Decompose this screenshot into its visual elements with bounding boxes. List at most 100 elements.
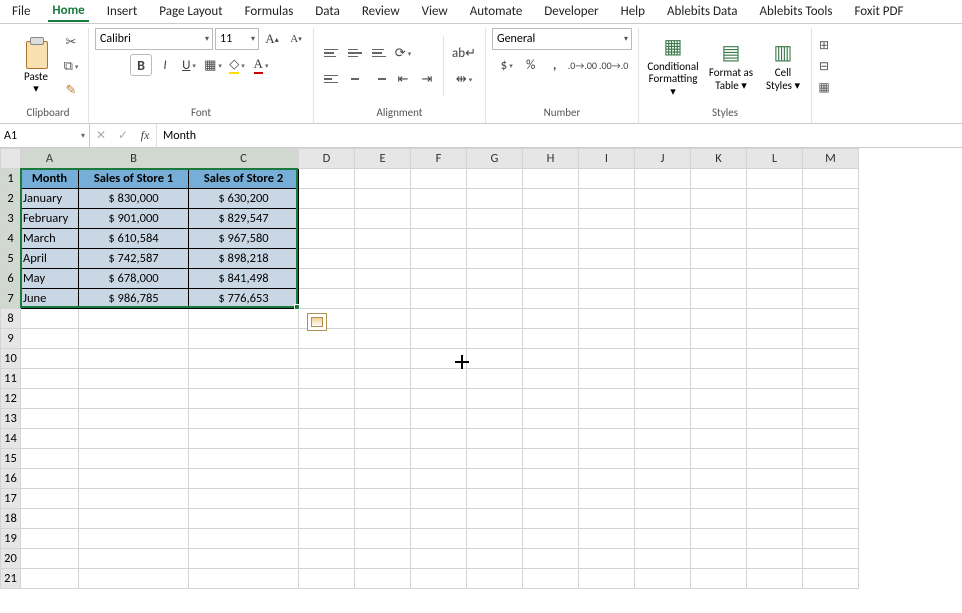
cancel-formula-button[interactable]: ✕	[90, 124, 112, 147]
cell[interactable]	[21, 489, 79, 509]
cell[interactable]	[299, 209, 355, 229]
tab-ablebits-data[interactable]: Ablebits Data	[663, 2, 742, 21]
delete-cells-button[interactable]: ⊟	[814, 56, 834, 76]
cell[interactable]	[189, 569, 299, 589]
cell[interactable]	[523, 409, 579, 429]
row-header[interactable]: 2	[1, 189, 21, 209]
cell[interactable]	[747, 329, 803, 349]
cell[interactable]	[747, 469, 803, 489]
cell[interactable]	[189, 369, 299, 389]
cell[interactable]	[523, 449, 579, 469]
tab-home[interactable]: Home	[48, 1, 88, 22]
cell[interactable]	[691, 369, 747, 389]
cell[interactable]	[635, 249, 691, 269]
cell[interactable]	[467, 229, 523, 249]
cell[interactable]	[467, 549, 523, 569]
row-header[interactable]: 21	[1, 569, 21, 589]
cell[interactable]: April	[21, 249, 79, 269]
cell[interactable]	[189, 509, 299, 529]
cell[interactable]	[747, 349, 803, 369]
cell[interactable]	[21, 309, 79, 329]
cell[interactable]	[355, 169, 411, 189]
increase-indent-button[interactable]: ⇥	[416, 68, 438, 90]
cell[interactable]	[411, 389, 467, 409]
name-box[interactable]: A1 ▾	[0, 124, 90, 147]
cell[interactable]	[691, 549, 747, 569]
row-header[interactable]: 7	[1, 289, 21, 309]
cell[interactable]	[189, 529, 299, 549]
cell[interactable]	[79, 489, 189, 509]
cell[interactable]	[299, 549, 355, 569]
insert-function-button[interactable]: fx	[134, 124, 156, 147]
cell[interactable]	[79, 389, 189, 409]
cell[interactable]: $ 610,584	[79, 229, 189, 249]
cell[interactable]	[79, 369, 189, 389]
cell[interactable]	[579, 569, 635, 589]
cell[interactable]	[299, 529, 355, 549]
cell[interactable]	[747, 209, 803, 229]
italic-button[interactable]: I	[154, 54, 176, 76]
cell[interactable]	[299, 269, 355, 289]
cell[interactable]	[635, 229, 691, 249]
col-header[interactable]: L	[747, 149, 803, 169]
align-bottom-button[interactable]	[368, 42, 390, 64]
cell[interactable]	[411, 369, 467, 389]
cell[interactable]	[189, 489, 299, 509]
cell[interactable]	[355, 349, 411, 369]
cell[interactable]	[635, 569, 691, 589]
cell[interactable]	[803, 569, 859, 589]
cell[interactable]	[803, 509, 859, 529]
cell[interactable]	[467, 569, 523, 589]
cell[interactable]	[579, 389, 635, 409]
cell[interactable]	[411, 229, 467, 249]
cell[interactable]	[467, 429, 523, 449]
tab-automate[interactable]: Automate	[466, 2, 527, 21]
cell[interactable]	[803, 269, 859, 289]
format-painter-button[interactable]: ✎	[60, 79, 82, 101]
cell[interactable]	[747, 409, 803, 429]
row-header[interactable]: 13	[1, 409, 21, 429]
accounting-format-button[interactable]: $▾	[496, 54, 518, 76]
cell[interactable]	[579, 289, 635, 309]
cell[interactable]	[803, 349, 859, 369]
cell[interactable]	[803, 189, 859, 209]
cell[interactable]: $ 898,218	[189, 249, 299, 269]
align-top-button[interactable]	[320, 42, 342, 64]
cell[interactable]	[579, 409, 635, 429]
cell[interactable]	[467, 529, 523, 549]
cell[interactable]: February	[21, 209, 79, 229]
cell[interactable]	[523, 269, 579, 289]
cell[interactable]: $ 829,547	[189, 209, 299, 229]
cell[interactable]	[803, 389, 859, 409]
cell[interactable]	[579, 529, 635, 549]
cell[interactable]	[523, 169, 579, 189]
cell[interactable]	[523, 549, 579, 569]
cell[interactable]	[467, 449, 523, 469]
row-header[interactable]: 3	[1, 209, 21, 229]
cell[interactable]	[523, 349, 579, 369]
cell[interactable]	[691, 349, 747, 369]
cell[interactable]	[803, 549, 859, 569]
cell[interactable]	[355, 369, 411, 389]
cell[interactable]	[189, 409, 299, 429]
font-size-combo[interactable]: 11 ▾	[215, 28, 259, 50]
cell[interactable]	[691, 249, 747, 269]
cell[interactable]	[747, 249, 803, 269]
number-format-combo[interactable]: General ▾	[492, 28, 632, 50]
cell[interactable]: $ 986,785	[79, 289, 189, 309]
row-header[interactable]: 8	[1, 309, 21, 329]
row-header[interactable]: 5	[1, 249, 21, 269]
enter-formula-button[interactable]: ✓	[112, 124, 134, 147]
cell[interactable]	[747, 309, 803, 329]
cell[interactable]	[523, 309, 579, 329]
cell[interactable]	[411, 569, 467, 589]
cell[interactable]	[355, 429, 411, 449]
cell[interactable]	[21, 389, 79, 409]
cell[interactable]	[691, 209, 747, 229]
cell[interactable]	[467, 349, 523, 369]
cell[interactable]: Sales of Store 1	[79, 169, 189, 189]
comma-format-button[interactable]: ,	[544, 54, 566, 76]
cell[interactable]	[579, 489, 635, 509]
tab-review[interactable]: Review	[358, 2, 404, 21]
cell[interactable]	[21, 369, 79, 389]
